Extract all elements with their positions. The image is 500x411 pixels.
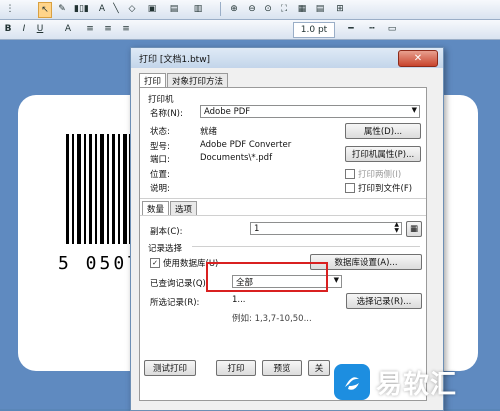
barcode-number: 5 0507 (58, 253, 142, 274)
align-icon[interactable]: ⊞ (334, 2, 346, 16)
barcode-icon[interactable]: ▮▯▮ (74, 2, 89, 16)
checkbox-box (345, 169, 355, 179)
type-label: 型号: (150, 142, 170, 152)
zoom-out-icon[interactable]: ⊖ (246, 2, 258, 16)
check-icon: ✓ (150, 258, 160, 268)
chart-icon[interactable]: ▤ (168, 2, 180, 16)
line-style-icon[interactable]: ━ (345, 22, 357, 36)
table-icon[interactable]: ▦ (406, 221, 422, 237)
selected-records-label: 所选记录(R): (150, 298, 200, 308)
test-print-button[interactable]: 测试打印 (144, 360, 196, 376)
zoom-in-icon[interactable]: ⊕ (228, 2, 240, 16)
dialog-tabs: 打印 对象打印方法 (139, 73, 229, 87)
align-center-icon[interactable]: ≡ (102, 22, 114, 36)
chevron-down-icon: ▼ (333, 276, 339, 284)
font-color-button[interactable]: A (62, 22, 74, 36)
copies-label: 副本(C): (150, 227, 183, 237)
print-to-file-checkbox[interactable]: 打印到文件(F) (345, 182, 412, 194)
divider (192, 246, 420, 247)
printer-group-title: 打印机 (148, 95, 174, 105)
port-label: 端口: (150, 155, 170, 165)
print-to-file-label: 打印到文件(F) (358, 184, 413, 194)
location-label: 位置: (150, 170, 170, 180)
copies-input[interactable]: 1 ▲ ▼ (250, 222, 402, 235)
table-icon[interactable]: ▤ (314, 2, 326, 16)
divider (140, 198, 426, 199)
format-toolbar: B I U A ≡ ≡ ≡ 1.0 pt ━ ┅ ▭ (0, 20, 500, 40)
status-value: 就绪 (200, 127, 218, 137)
preview-button[interactable]: 预览 (262, 360, 302, 376)
select-arrow-icon[interactable]: ↖ (38, 2, 52, 18)
print-icon[interactable]: ▥ (192, 2, 204, 16)
printer-properties-button[interactable]: 打印机属性(P)... (345, 146, 421, 162)
tab-object-print-method[interactable]: 对象打印方法 (167, 73, 229, 87)
selected-records-value[interactable]: 1... (232, 295, 246, 305)
queried-records-label: 已查询记录(Q): (150, 279, 209, 289)
watermark: 易软汇 (334, 355, 498, 409)
bold-button[interactable]: B (2, 22, 14, 36)
line-width-select[interactable]: 1.0 pt (293, 22, 335, 38)
printer-name-select[interactable]: Adobe PDF ▼ (200, 105, 420, 118)
port-value: Documents\*.pdf (200, 153, 273, 163)
dialog-title: 打印 [文档1.btw] (131, 48, 443, 68)
pen-icon[interactable]: ✎ (56, 2, 68, 16)
tab-quantity[interactable]: 数量 (142, 201, 170, 215)
print-panel: 打印机 名称(N): Adobe PDF ▼ 状态: 就绪 属性(D)... 型… (139, 87, 427, 401)
tab-options[interactable]: 选项 (170, 201, 198, 215)
dash-style-icon[interactable]: ┅ (366, 22, 378, 36)
properties-button[interactable]: 属性(D)... (345, 123, 421, 139)
divider (140, 215, 426, 216)
line-icon[interactable]: ╲ (110, 2, 122, 16)
comment-label: 说明: (150, 184, 170, 194)
tab-print[interactable]: 打印 (139, 73, 167, 87)
text-tool-icon[interactable]: A (96, 2, 108, 16)
italic-button[interactable]: I (18, 22, 30, 36)
picture-icon[interactable]: ▣ (146, 2, 158, 16)
name-label: 名称(N): (150, 109, 183, 119)
highlight-box (206, 262, 328, 292)
print-button[interactable]: 打印 (216, 360, 256, 376)
print-sample-checkbox[interactable]: 打印两侧(I) (345, 168, 401, 180)
watermark-text: 易软汇 (376, 369, 458, 400)
drawing-toolbar: ⋮ ↖ ✎ ▮▯▮ A ╲ ◇ ▣ ▤ ▥ ⊕ ⊖ ⊙ ⛶ ▦ ▤ ⊞ (0, 0, 500, 20)
checkbox-box (345, 183, 355, 193)
close-button[interactable]: 关 (308, 360, 330, 376)
zoom-fit-icon[interactable]: ⊙ (262, 2, 274, 16)
type-value: Adobe PDF Converter (200, 140, 292, 150)
records-group-title: 记录选择 (148, 244, 183, 254)
spinner-arrows-icon: ▲ ▼ (394, 221, 399, 234)
logo-icon (334, 364, 370, 400)
chevron-down-icon: ▼ (411, 106, 417, 114)
shape-icon[interactable]: ◇ (126, 2, 138, 16)
barcode-graphic (66, 134, 132, 244)
align-right-icon[interactable]: ≡ (120, 22, 132, 36)
select-records-button[interactable]: 选择记录(R)... (346, 293, 422, 309)
printer-name-value: Adobe PDF (204, 106, 251, 117)
sub-tabs: 数量 选项 (142, 201, 198, 215)
underline-button[interactable]: U (34, 22, 46, 36)
fullscreen-icon[interactable]: ⛶ (278, 2, 290, 16)
close-icon[interactable]: ✕ (398, 50, 438, 67)
copies-value: 1 (254, 223, 260, 234)
align-left-icon[interactable]: ≡ (84, 22, 96, 36)
grid-icon[interactable]: ▦ (296, 2, 308, 16)
fill-icon[interactable]: ▭ (386, 22, 398, 36)
example-hint: 例如: 1,3,7-10,50... (232, 314, 312, 324)
toolbar-grip-icon: ⋮ (5, 4, 15, 14)
print-sample-label: 打印两侧(I) (358, 170, 402, 180)
status-label: 状态: (150, 127, 170, 137)
separator (220, 2, 221, 16)
